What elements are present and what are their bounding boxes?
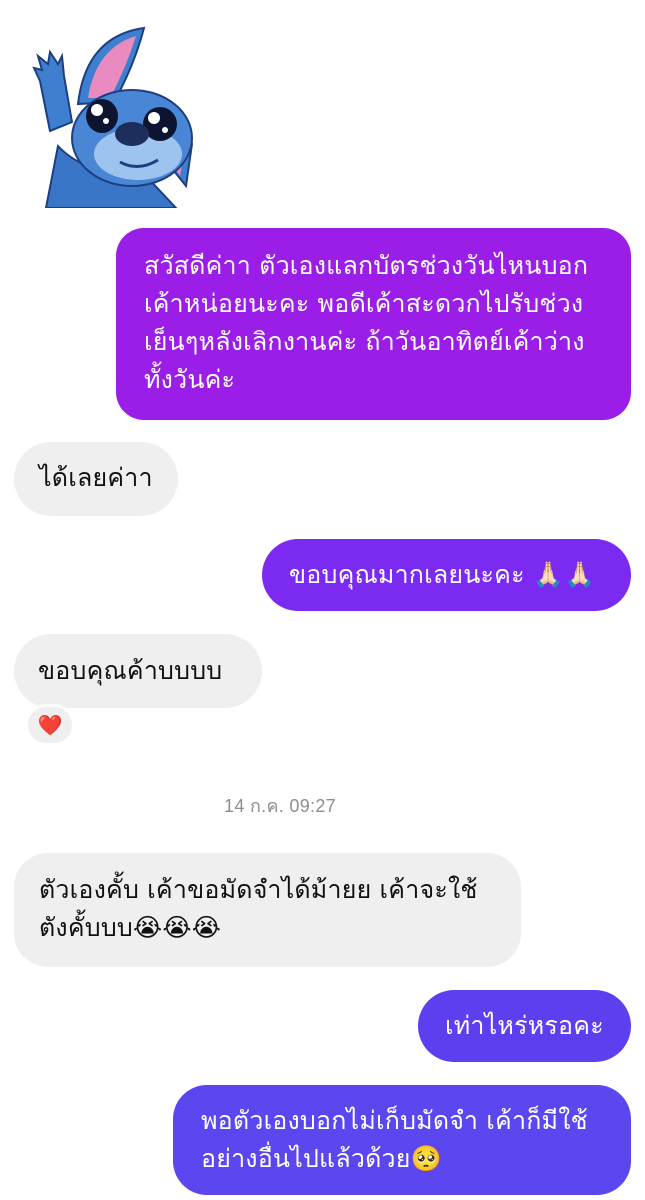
message-text: ได้เลยค่าา <box>39 463 153 492</box>
message-bubble-incoming[interactable]: ได้เลยค่าา <box>14 442 178 516</box>
heart-icon: ❤️ <box>37 713 63 737</box>
message-bubble-outgoing[interactable]: พอตัวเองบอกไม่เก็บมัดจำ เค้าก็มีใช้ อย่า… <box>173 1085 631 1195</box>
stitch-sticker-image <box>32 26 194 209</box>
stitch-sticker[interactable] <box>26 26 194 209</box>
message-text: พอตัวเองบอกไม่เก็บมัดจำ เค้าก็มีใช้ อย่า… <box>201 1106 588 1173</box>
message-text: ขอบคุณมากเลยนะคะ 🙏🏻🙏🏻 <box>289 560 596 589</box>
message-bubble-outgoing[interactable]: ขอบคุณมากเลยนะคะ 🙏🏻🙏🏻 <box>262 539 631 611</box>
message-timestamp: 14 ก.ค. 09:27 <box>224 796 336 816</box>
message-bubble-incoming[interactable]: ขอบคุณค้าบบบบ <box>14 634 262 708</box>
message-text: สวัสดีค่าา ตัวเองแลกบัตรช่วงวันไหนบอก เค… <box>144 251 589 394</box>
message-text: ขอบคุณค้าบบบบ <box>38 656 223 685</box>
message-bubble-outgoing[interactable]: สวัสดีค่าา ตัวเองแลกบัตรช่วงวันไหนบอก เค… <box>116 228 631 420</box>
message-text: เท่าไหร่หรอคะ <box>445 1011 604 1040</box>
heart-reaction[interactable]: ❤️ <box>25 704 75 746</box>
message-bubble-incoming[interactable]: ตัวเองคั้บ เค้าขอมัดจำได้ม้ายย เค้าจะใช้… <box>14 853 521 967</box>
message-text: ตัวเองคั้บ เค้าขอมัดจำได้ม้ายย เค้าจะใช้… <box>39 875 478 942</box>
message-bubble-outgoing[interactable]: เท่าไหร่หรอคะ <box>418 990 631 1062</box>
